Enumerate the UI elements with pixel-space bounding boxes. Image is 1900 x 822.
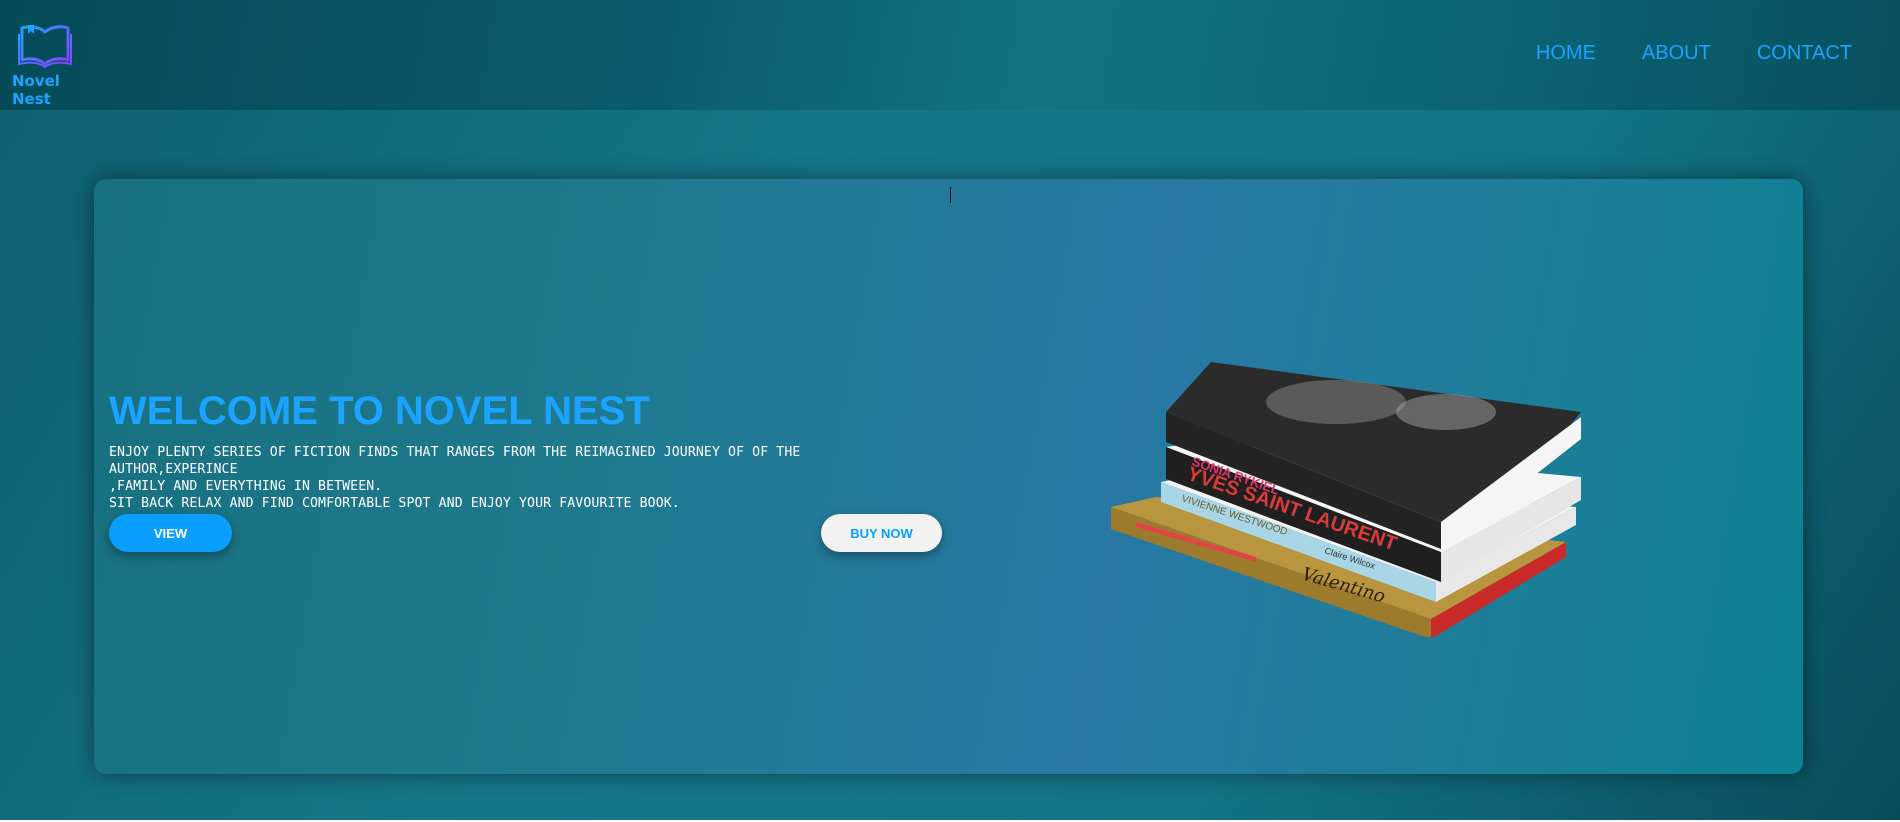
hero-description-line: SIT BACK RELAX AND FIND COMFORTABLE SPOT…	[109, 496, 680, 511]
hero-description-line: ENJOY PLENTY SERIES OF FICTION FINDS THA…	[109, 445, 801, 477]
text-caret	[950, 187, 951, 203]
view-button[interactable]: VIEW	[109, 514, 232, 552]
hero-card: WELCOME TO NOVEL NEST ENJOY PLENTY SERIE…	[94, 179, 1803, 774]
logo[interactable]: Novel Nest	[12, 22, 96, 108]
nav-contact-link[interactable]: CONTACT	[1757, 42, 1852, 65]
page: Novel Nest HOME ABOUT CONTACT WELCOME TO…	[0, 0, 1900, 820]
nav-about-link[interactable]: ABOUT	[1642, 42, 1711, 65]
header: Novel Nest HOME ABOUT CONTACT	[0, 0, 1900, 110]
book-stack-image: Valentino VIVIENNE WESTWOOD Claire Wilco…	[1111, 362, 1581, 637]
hero-title: WELCOME TO NOVEL NEST	[109, 389, 650, 433]
nav-home-link[interactable]: HOME	[1536, 42, 1596, 65]
hero-description: ENJOY PLENTY SERIES OF FICTION FINDS THA…	[109, 444, 929, 512]
logo-text: Novel Nest	[12, 72, 60, 108]
hero-description-line: ,FAMILY AND EVERYTHING IN BETWEEN.	[109, 479, 383, 494]
main-nav: HOME ABOUT CONTACT	[1536, 42, 1852, 65]
buy-now-button[interactable]: BUY NOW	[821, 514, 942, 552]
open-book-icon	[18, 25, 72, 68]
